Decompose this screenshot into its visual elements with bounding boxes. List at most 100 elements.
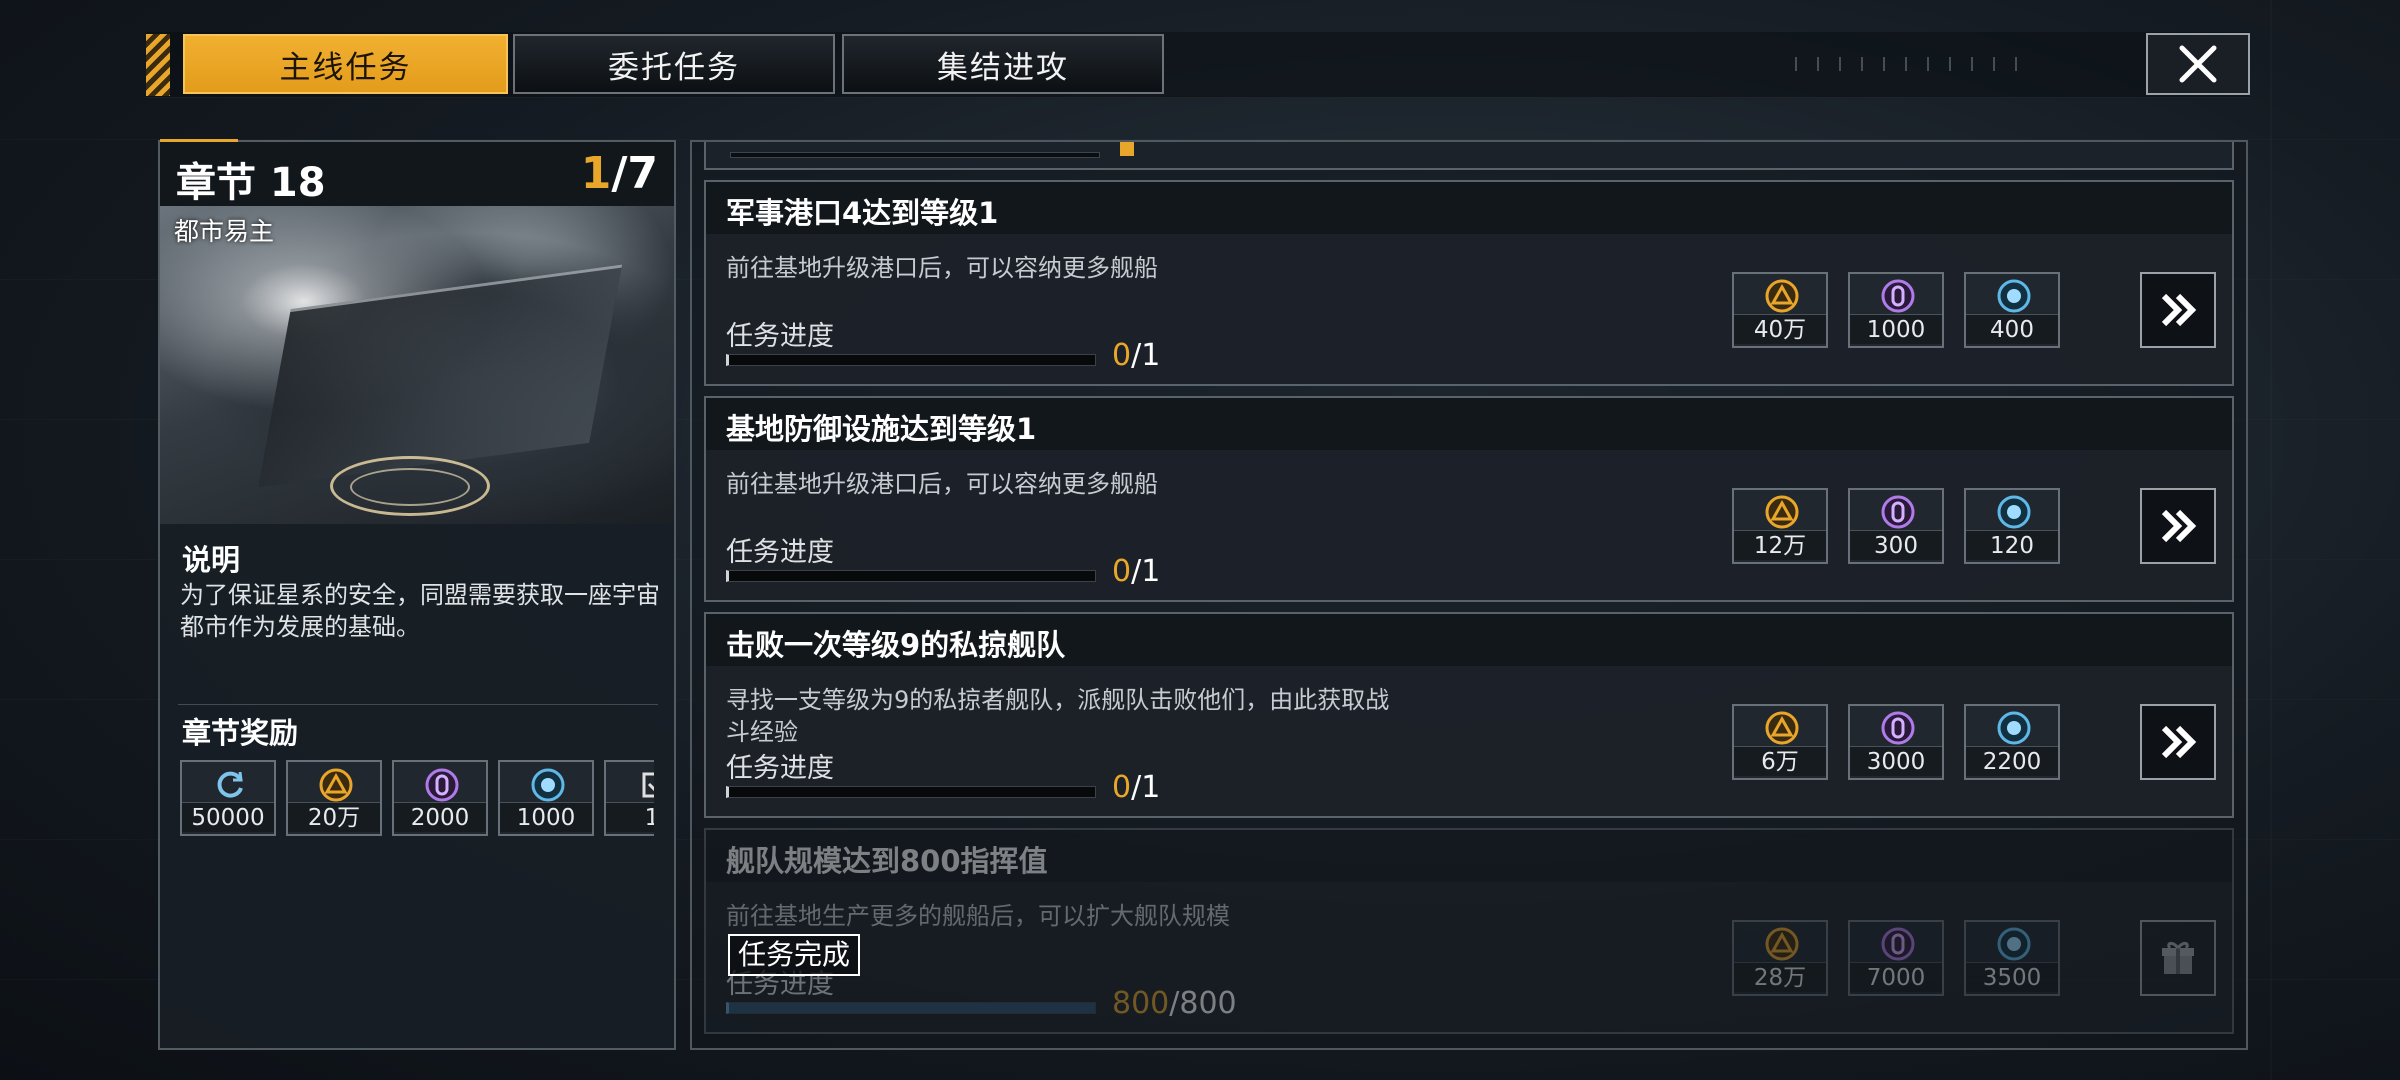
gold-triangle-icon [1765, 711, 1799, 745]
purple-crystal-icon [1881, 927, 1915, 961]
decorative-ticks [1795, 57, 2025, 71]
chapter-rewards: 50000 20万 2000 1000 1 [180, 760, 654, 840]
gold-triangle-icon [1765, 927, 1799, 961]
task-reward[interactable]: 12万 [1732, 488, 1828, 564]
go-button[interactable] [2140, 272, 2216, 348]
progress-current: 0 [1112, 554, 1132, 589]
reward-value: 20万 [288, 802, 380, 832]
reward-value: 2200 [1966, 746, 2058, 776]
task-header: 基地防御设施达到等级1 [706, 398, 2232, 450]
task-description: 寻找一支等级为9的私掠者舰队，派舰队击败他们，由此获取战斗经验 [726, 686, 1390, 746]
task-progress-count: 0/1 [1112, 554, 1160, 589]
task-reward[interactable]: 7000 [1848, 920, 1944, 996]
task-progress-count: 0/1 [1112, 770, 1160, 805]
tab-rally-attack[interactable]: 集结进攻 [842, 34, 1164, 94]
chapter-progress: 1/7 [581, 148, 658, 199]
reward-item[interactable]: 1000 [498, 760, 594, 836]
task-description: 前往基地生产更多的舰船后，可以扩大舰队规模 [726, 902, 1230, 930]
chapter-description: 为了保证星系的安全，同盟需要获取一座宇宙都市作为发展的基础。 [180, 581, 660, 641]
task-card: 军事港口4达到等级1 前往基地升级港口后，可以容纳更多舰船 任务进度 0/1 4… [704, 180, 2234, 386]
progress-current: 0 [1112, 770, 1132, 805]
task-progress-label: 任务进度 [726, 537, 834, 568]
task-header: 击败一次等级9的私掠舰队 [706, 614, 2232, 666]
claim-reward-button[interactable] [2140, 920, 2216, 996]
space-station-image [257, 264, 623, 488]
task-progress-count: 0/1 [1112, 338, 1160, 373]
reward-value: 7000 [1850, 962, 1942, 992]
task-reward[interactable]: 3000 [1848, 704, 1944, 780]
task-title: 舰队规模达到800指挥值 [726, 844, 1048, 878]
reward-item[interactable]: 1 [604, 760, 654, 836]
reward-value: 300 [1850, 530, 1942, 560]
refresh-icon [217, 771, 243, 798]
double-chevron-right-icon [2161, 293, 2197, 327]
reward-value: 1000 [1850, 314, 1942, 344]
blue-orb-icon [1997, 927, 2031, 961]
reward-value: 3000 [1850, 746, 1942, 776]
close-icon [2179, 45, 2217, 83]
reward-value: 120 [1966, 530, 2058, 560]
chapter-panel: 章节 18 1/7 都市易主 说明 为了保证星系的安全，同盟需要获取一座宇宙都市… [158, 139, 676, 1050]
task-card: 击败一次等级9的私掠舰队 寻找一支等级为9的私掠者舰队，派舰队击败他们，由此获取… [704, 612, 2234, 818]
double-chevron-right-icon [2161, 725, 2197, 759]
task-reward[interactable]: 300 [1848, 488, 1944, 564]
chapter-illustration [160, 206, 674, 524]
task-description: 前往基地升级港口后，可以容纳更多舰船 [726, 254, 1158, 282]
task-complete-badge: 任务完成 [728, 934, 861, 976]
task-progress-bar [726, 570, 1096, 582]
task-progress-count: 800/800 [1112, 986, 1237, 1021]
task-reward[interactable]: 400 [1964, 272, 2060, 348]
reward-value: 2000 [394, 802, 486, 832]
close-button[interactable] [2146, 33, 2250, 95]
task-reward[interactable]: 2200 [1964, 704, 2060, 780]
reward-value: 1000 [500, 802, 592, 832]
reward-item[interactable]: 20万 [286, 760, 382, 836]
reward-value: 50000 [182, 802, 274, 832]
task-reward[interactable]: 6万 [1732, 704, 1828, 780]
gold-triangle-icon [1765, 279, 1799, 313]
task-list[interactable]: 军事港口4达到等级1 前往基地升级港口后，可以容纳更多舰船 任务进度 0/1 4… [690, 140, 2248, 1050]
reward-value: 12万 [1734, 530, 1826, 560]
task-title: 基地防御设施达到等级1 [726, 412, 1037, 446]
task-progress-bar [726, 786, 1096, 798]
task-reward[interactable]: 1000 [1848, 272, 1944, 348]
progress-count [1120, 142, 1134, 156]
go-button[interactable] [2140, 488, 2216, 564]
progress-total: /800 [1169, 986, 1237, 1021]
reward-item[interactable]: 2000 [392, 760, 488, 836]
blue-orb-icon [531, 768, 565, 802]
chapter-progress-done: 1 [580, 148, 612, 199]
double-chevron-right-icon [2161, 509, 2197, 543]
reward-value: 400 [1966, 314, 2058, 344]
purple-crystal-icon [1881, 279, 1915, 313]
reward-value: 28万 [1734, 962, 1826, 992]
task-reward[interactable]: 120 [1964, 488, 2060, 564]
progress-total: /1 [1131, 770, 1161, 805]
chapter-title: 章节 18 [176, 160, 326, 206]
progress-total: /1 [1131, 338, 1161, 373]
reward-value: 1 [606, 802, 654, 832]
description-heading: 说明 [182, 543, 241, 577]
task-card: 基地防御设施达到等级1 前往基地升级港口后，可以容纳更多舰船 任务进度 0/1 … [704, 396, 2234, 602]
reward-item[interactable]: 50000 [180, 760, 276, 836]
task-card-partial [704, 142, 2234, 170]
task-reward[interactable]: 28万 [1732, 920, 1828, 996]
task-progress-label: 任务进度 [726, 753, 834, 784]
tab-commission-quest[interactable]: 委托任务 [513, 34, 835, 94]
blue-orb-icon [1997, 711, 2031, 745]
purple-crystal-icon [425, 768, 459, 802]
gift-icon [2162, 941, 2194, 974]
task-progress-bar [726, 1002, 1096, 1014]
task-reward[interactable]: 3500 [1964, 920, 2060, 996]
go-button[interactable] [2140, 704, 2216, 780]
divider [178, 704, 658, 705]
gold-triangle-icon [319, 768, 353, 802]
hazard-stripe [146, 34, 170, 96]
reward-value: 3500 [1966, 962, 2058, 992]
task-card-completed: 舰队规模达到800指挥值 前往基地生产更多的舰船后，可以扩大舰队规模 任务进度 … [704, 828, 2234, 1034]
task-header: 舰队规模达到800指挥值 [706, 830, 2232, 882]
tab-main-quest[interactable]: 主线任务 [183, 34, 508, 94]
progress-current: 0 [1112, 338, 1132, 373]
task-reward[interactable]: 40万 [1732, 272, 1828, 348]
chapter-progress-total: /7 [611, 148, 658, 199]
